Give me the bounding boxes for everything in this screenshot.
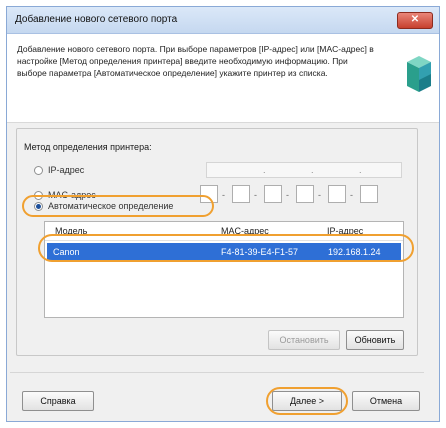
mac-dash-4: - <box>318 190 321 200</box>
mac-field-5[interactable] <box>328 185 346 203</box>
title-bar: Добавление нового сетевого порта ✕ <box>7 7 439 34</box>
mac-dash-5: - <box>350 190 353 200</box>
header-description: Добавление нового сетевого порта. При вы… <box>17 44 374 78</box>
help-button[interactable]: Справка <box>22 391 94 411</box>
mac-field-4[interactable] <box>296 185 314 203</box>
mac-dash-1: - <box>222 190 225 200</box>
auto-detect-highlight <box>22 195 214 217</box>
ip-radio-label: IP-адрес <box>48 165 85 175</box>
ip-dot-3: . <box>359 165 362 175</box>
ip-address-input[interactable]: . . . <box>206 162 402 178</box>
ip-address-radio[interactable]: IP-адрес <box>34 165 84 175</box>
stop-button[interactable]: Остановить <box>268 330 340 350</box>
cancel-button[interactable]: Отмена <box>352 391 420 411</box>
port-cube-icon <box>407 56 431 92</box>
mac-field-3[interactable] <box>264 185 282 203</box>
mac-field-2[interactable] <box>232 185 250 203</box>
mac-field-6[interactable] <box>360 185 378 203</box>
mac-dash-3: - <box>286 190 289 200</box>
mac-dash-2: - <box>254 190 257 200</box>
selected-row-highlight <box>38 234 414 262</box>
dialog-header: Добавление нового сетевого порта. При вы… <box>7 34 439 123</box>
next-button-highlight <box>266 387 348 415</box>
ip-radio-button[interactable] <box>34 165 43 175</box>
refresh-button[interactable]: Обновить <box>346 330 404 350</box>
ip-dot-1: . <box>263 165 266 175</box>
group-title: Метод определения принтера: <box>22 142 154 152</box>
close-button[interactable]: ✕ <box>397 12 433 29</box>
window-title: Добавление нового сетевого порта <box>15 14 178 25</box>
divider <box>10 372 424 373</box>
ip-dot-2: . <box>311 165 314 175</box>
